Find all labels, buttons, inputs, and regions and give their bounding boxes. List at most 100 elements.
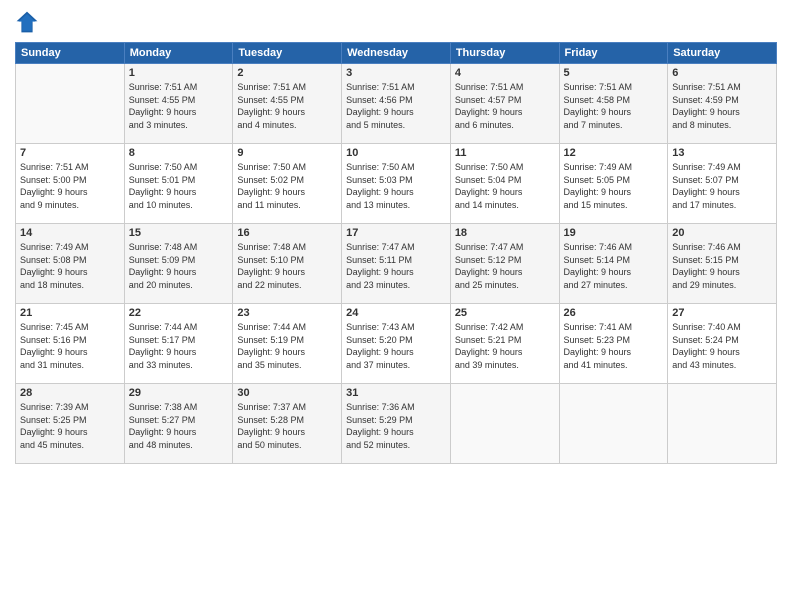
day-info: Sunrise: 7:51 AM Sunset: 4:59 PM Dayligh… [672, 81, 772, 131]
day-number: 20 [672, 227, 772, 239]
day-number: 30 [237, 387, 337, 399]
calendar-cell [559, 384, 668, 464]
calendar-cell: 7 Sunrise: 7:51 AM Sunset: 5:00 PM Daylig… [16, 144, 125, 224]
day-number: 14 [20, 227, 120, 239]
day-info: Sunrise: 7:40 AM Sunset: 5:24 PM Dayligh… [672, 321, 772, 371]
day-info: Sunrise: 7:51 AM Sunset: 4:57 PM Dayligh… [455, 81, 555, 131]
day-number: 22 [129, 307, 229, 319]
calendar-cell: 9Sunrise: 7:50 AM Sunset: 5:02 PM Daylig… [233, 144, 342, 224]
calendar-cell: 25Sunrise: 7:42 AM Sunset: 5:21 PM Dayli… [450, 304, 559, 384]
day-number: 17 [346, 227, 446, 239]
day-info: Sunrise: 7:47 AM Sunset: 5:11 PM Dayligh… [346, 241, 446, 291]
day-number: 16 [237, 227, 337, 239]
calendar-cell [450, 384, 559, 464]
day-number: 10 [346, 147, 446, 159]
day-info: Sunrise: 7:49 AM Sunset: 5:08 PM Dayligh… [20, 241, 120, 291]
day-number: 28 [20, 387, 120, 399]
column-header-sunday: Sunday [16, 43, 125, 64]
logo-icon [15, 10, 39, 34]
calendar-cell: 17 Sunrise: 7:47 AM Sunset: 5:11 PM Dayli… [342, 224, 451, 304]
calendar-cell: 16 Sunrise: 7:48 AM Sunset: 5:10 PM Dayli… [233, 224, 342, 304]
day-number: 1 [129, 67, 229, 79]
week-row-1: 1 Sunrise: 7:51 AM Sunset: 4:55 PM Daylig… [16, 64, 777, 144]
calendar-cell: 19 Sunrise: 7:46 AM Sunset: 5:14 PM Dayli… [559, 224, 668, 304]
day-number: 3 [346, 67, 446, 79]
day-info: Sunrise: 7:44 AM Sunset: 5:19 PM Dayligh… [237, 321, 337, 371]
day-info: Sunrise: 7:36 AM Sunset: 5:29 PM Dayligh… [346, 401, 446, 451]
column-header-monday: Monday [124, 43, 233, 64]
logo [15, 10, 43, 34]
calendar-cell: 21Sunrise: 7:45 AM Sunset: 5:16 PM Dayli… [16, 304, 125, 384]
column-header-saturday: Saturday [668, 43, 777, 64]
day-number: 7 [20, 147, 120, 159]
day-number: 23 [237, 307, 337, 319]
day-number: 19 [564, 227, 664, 239]
page: SundayMondayTuesdayWednesdayThursdayFrid… [0, 0, 792, 612]
day-info: Sunrise: 7:43 AM Sunset: 5:20 PM Dayligh… [346, 321, 446, 371]
day-number: 13 [672, 147, 772, 159]
day-number: 26 [564, 307, 664, 319]
calendar-cell: 8 Sunrise: 7:50 AM Sunset: 5:01 PM Daylig… [124, 144, 233, 224]
column-header-friday: Friday [559, 43, 668, 64]
day-number: 5 [564, 67, 664, 79]
day-info: Sunrise: 7:49 AM Sunset: 5:05 PM Dayligh… [564, 161, 664, 211]
day-info: Sunrise: 7:45 AM Sunset: 5:16 PM Dayligh… [20, 321, 120, 371]
day-info: Sunrise: 7:38 AM Sunset: 5:27 PM Dayligh… [129, 401, 229, 451]
day-info: Sunrise: 7:48 AM Sunset: 5:09 PM Dayligh… [129, 241, 229, 291]
calendar-cell: 10 Sunrise: 7:50 AM Sunset: 5:03 PM Dayli… [342, 144, 451, 224]
week-row-4: 21Sunrise: 7:45 AM Sunset: 5:16 PM Dayli… [16, 304, 777, 384]
day-info: Sunrise: 7:46 AM Sunset: 5:15 PM Dayligh… [672, 241, 772, 291]
calendar-cell: 1 Sunrise: 7:51 AM Sunset: 4:55 PM Daylig… [124, 64, 233, 144]
day-info: Sunrise: 7:50 AM Sunset: 5:01 PM Dayligh… [129, 161, 229, 211]
calendar-cell: 23 Sunrise: 7:44 AM Sunset: 5:19 PM Dayli… [233, 304, 342, 384]
day-info: Sunrise: 7:50 AM Sunset: 5:04 PM Dayligh… [455, 161, 555, 211]
calendar-cell: 2Sunrise: 7:51 AM Sunset: 4:55 PM Daylig… [233, 64, 342, 144]
calendar-cell: 13 Sunrise: 7:49 AM Sunset: 5:07 PM Dayli… [668, 144, 777, 224]
column-header-tuesday: Tuesday [233, 43, 342, 64]
calendar-cell: 29 Sunrise: 7:38 AM Sunset: 5:27 PM Dayli… [124, 384, 233, 464]
calendar-cell [668, 384, 777, 464]
day-number: 9 [237, 147, 337, 159]
day-info: Sunrise: 7:51 AM Sunset: 4:55 PM Dayligh… [237, 81, 337, 131]
calendar-cell: 5Sunrise: 7:51 AM Sunset: 4:58 PM Daylig… [559, 64, 668, 144]
day-info: Sunrise: 7:51 AM Sunset: 5:00 PM Dayligh… [20, 161, 120, 211]
day-info: Sunrise: 7:51 AM Sunset: 4:56 PM Dayligh… [346, 81, 446, 131]
day-info: Sunrise: 7:50 AM Sunset: 5:03 PM Dayligh… [346, 161, 446, 211]
day-number: 12 [564, 147, 664, 159]
week-row-5: 28 Sunrise: 7:39 AM Sunset: 5:25 PM Dayli… [16, 384, 777, 464]
day-number: 24 [346, 307, 446, 319]
day-number: 31 [346, 387, 446, 399]
day-info: Sunrise: 7:51 AM Sunset: 4:55 PM Dayligh… [129, 81, 229, 131]
day-number: 11 [455, 147, 555, 159]
day-info: Sunrise: 7:49 AM Sunset: 5:07 PM Dayligh… [672, 161, 772, 211]
day-number: 18 [455, 227, 555, 239]
week-row-2: 7 Sunrise: 7:51 AM Sunset: 5:00 PM Daylig… [16, 144, 777, 224]
day-info: Sunrise: 7:48 AM Sunset: 5:10 PM Dayligh… [237, 241, 337, 291]
day-number: 29 [129, 387, 229, 399]
calendar-cell: 11 Sunrise: 7:50 AM Sunset: 5:04 PM Dayli… [450, 144, 559, 224]
day-info: Sunrise: 7:41 AM Sunset: 5:23 PM Dayligh… [564, 321, 664, 371]
day-info: Sunrise: 7:39 AM Sunset: 5:25 PM Dayligh… [20, 401, 120, 451]
header [15, 10, 777, 34]
day-info: Sunrise: 7:46 AM Sunset: 5:14 PM Dayligh… [564, 241, 664, 291]
calendar-cell: 30Sunrise: 7:37 AM Sunset: 5:28 PM Dayli… [233, 384, 342, 464]
calendar-cell: 12 Sunrise: 7:49 AM Sunset: 5:05 PM Dayli… [559, 144, 668, 224]
day-number: 27 [672, 307, 772, 319]
calendar-cell [16, 64, 125, 144]
calendar-cell: 20 Sunrise: 7:46 AM Sunset: 5:15 PM Dayli… [668, 224, 777, 304]
day-number: 15 [129, 227, 229, 239]
column-header-thursday: Thursday [450, 43, 559, 64]
day-info: Sunrise: 7:47 AM Sunset: 5:12 PM Dayligh… [455, 241, 555, 291]
day-number: 4 [455, 67, 555, 79]
calendar-cell: 26 Sunrise: 7:41 AM Sunset: 5:23 PM Dayli… [559, 304, 668, 384]
calendar-cell: 28 Sunrise: 7:39 AM Sunset: 5:25 PM Dayli… [16, 384, 125, 464]
calendar-cell: 31 Sunrise: 7:36 AM Sunset: 5:29 PM Dayli… [342, 384, 451, 464]
calendar-cell: 14 Sunrise: 7:49 AM Sunset: 5:08 PM Dayli… [16, 224, 125, 304]
header-row: SundayMondayTuesdayWednesdayThursdayFrid… [16, 43, 777, 64]
calendar-cell: 6Sunrise: 7:51 AM Sunset: 4:59 PM Daylig… [668, 64, 777, 144]
calendar-cell: 15 Sunrise: 7:48 AM Sunset: 5:09 PM Dayli… [124, 224, 233, 304]
day-info: Sunrise: 7:42 AM Sunset: 5:21 PM Dayligh… [455, 321, 555, 371]
day-info: Sunrise: 7:44 AM Sunset: 5:17 PM Dayligh… [129, 321, 229, 371]
day-number: 8 [129, 147, 229, 159]
column-header-wednesday: Wednesday [342, 43, 451, 64]
